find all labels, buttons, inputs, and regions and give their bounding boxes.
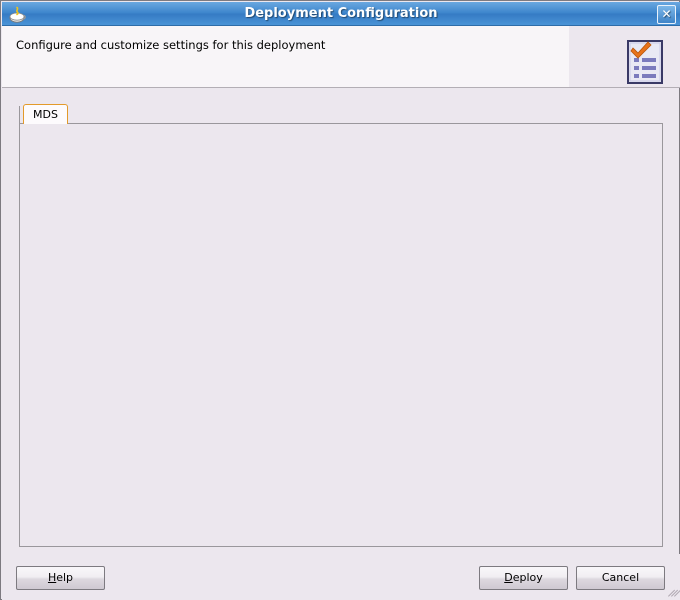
deployment-configuration-dialog: Deployment Configuration ✕ Configure and… [0,0,680,600]
cancel-button[interactable]: Cancel [576,566,665,590]
deploy-button[interactable]: Deploy [479,566,568,590]
help-label-rest: elp [56,571,74,584]
checklist-document-icon [626,39,666,85]
window-title: Deployment Configuration [244,6,438,21]
tab-panel-mds [19,123,663,547]
tab-mds[interactable]: MDS [23,104,68,124]
header-backdrop [2,26,569,87]
title-bar: Deployment Configuration ✕ [2,2,680,26]
resize-grip[interactable] [665,585,680,597]
close-icon[interactable]: ✕ [657,5,676,24]
help-mnemonic: H [47,571,57,584]
button-bar: Help Deploy Cancel [2,554,680,600]
help-button[interactable]: Help [16,566,105,590]
deploy-mnemonic: D [504,571,513,584]
header-banner: Configure and customize settings for thi… [2,26,680,88]
header-description: Configure and customize settings for thi… [16,38,326,52]
deploy-label-rest: eploy [512,571,543,584]
